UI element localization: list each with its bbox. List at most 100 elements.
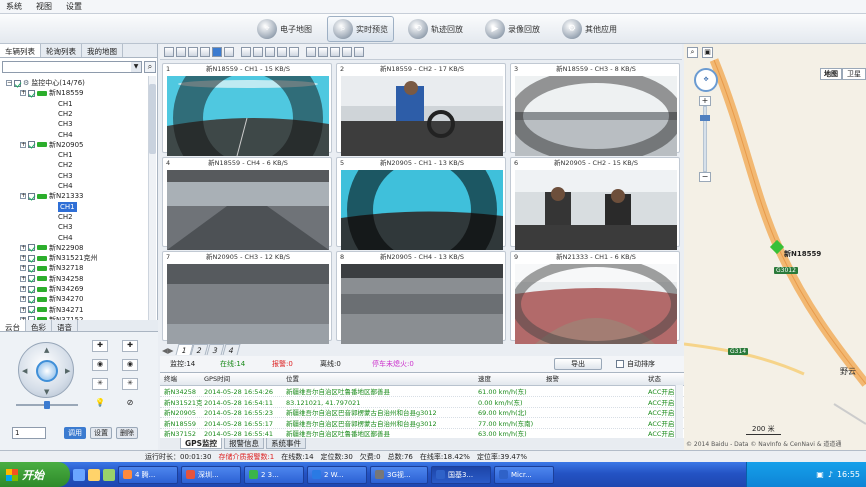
expand-icon[interactable]: + bbox=[20, 306, 26, 313]
video-cell[interactable]: 新N21333 - CH1 - 6 KB/S 9 bbox=[510, 251, 680, 344]
video-cell[interactable]: 新N20905 - CH2 - 15 KB/S 6 bbox=[510, 157, 680, 250]
column-header[interactable]: 状态 bbox=[648, 373, 661, 386]
tree-channel[interactable]: CH3 bbox=[58, 222, 73, 232]
taskbar-item[interactable]: 深圳... bbox=[181, 465, 241, 484]
video-cell[interactable]: 新N20905 - CH4 - 13 KB/S 8 bbox=[336, 251, 506, 344]
vehicle-checkbox[interactable] bbox=[28, 192, 35, 200]
tree-vehicle[interactable]: + 新N21333 bbox=[20, 191, 84, 201]
page-tab-4[interactable]: 4 bbox=[222, 344, 241, 355]
tree-channel[interactable]: CH3 bbox=[58, 119, 73, 129]
tab-vehicle-list[interactable]: 车辆列表 bbox=[0, 44, 41, 57]
video-cell[interactable]: 新N18559 - CH3 - 8 KB/S 3 bbox=[510, 63, 680, 156]
tree-channel[interactable]: CH3 bbox=[58, 171, 73, 181]
arrow-down-icon[interactable]: ▼ bbox=[44, 388, 49, 396]
tree-channel[interactable]: CH1 bbox=[58, 201, 77, 212]
autosort-checkbox[interactable] bbox=[616, 360, 624, 368]
vehicle-checkbox[interactable] bbox=[28, 275, 35, 283]
play-menu-button[interactable] bbox=[342, 46, 352, 57]
record-button[interactable] bbox=[265, 46, 275, 57]
layout-6-button[interactable] bbox=[188, 46, 198, 57]
tab-poll-list[interactable]: 轮询列表 bbox=[41, 44, 82, 57]
map-zoom-out[interactable]: − bbox=[699, 172, 711, 182]
layout-1-button[interactable] bbox=[164, 46, 174, 57]
audio-button[interactable] bbox=[277, 46, 287, 57]
taskbar-item[interactable]: 4 腾... bbox=[118, 465, 178, 484]
table-row[interactable]: 新N34258 2014-05-28 16:54:26 新疆维吾尔自治区吐鲁番地区鄯… bbox=[160, 387, 684, 397]
arrow-right-icon[interactable]: ▶ bbox=[65, 367, 70, 375]
video-cell[interactable]: 新N18559 - CH4 - 6 KB/S 4 bbox=[162, 157, 332, 250]
map-type-satellite[interactable]: 卫星 bbox=[842, 68, 866, 80]
video-cell[interactable]: 新N20905 - CH1 - 13 KB/S 5 bbox=[336, 157, 506, 250]
tree-vehicle[interactable]: + 新N34258 bbox=[20, 274, 84, 284]
iris-close-button[interactable]: ✳ bbox=[122, 378, 138, 390]
vehicle-checkbox[interactable] bbox=[28, 295, 35, 303]
tree-channel[interactable]: CH4 bbox=[58, 233, 73, 243]
menu-settings[interactable]: 设置 bbox=[66, 1, 82, 12]
tree-channel[interactable]: CH2 bbox=[58, 160, 73, 170]
expand-icon[interactable]: + bbox=[20, 141, 26, 148]
arrow-up-icon[interactable]: ▲ bbox=[44, 346, 49, 354]
layout-16-button[interactable] bbox=[224, 46, 234, 57]
tree-vehicle[interactable]: + 新N34271 bbox=[20, 305, 84, 315]
tab-gps-monitor[interactable]: GPS监控 bbox=[180, 438, 223, 449]
tree-vehicle[interactable]: + 新N34270 bbox=[20, 294, 84, 304]
map-save-icon[interactable]: ▣ bbox=[702, 47, 713, 58]
column-header[interactable]: 速度 bbox=[478, 373, 491, 386]
quicklaunch-media-icon[interactable] bbox=[103, 468, 115, 481]
tree-vehicle[interactable]: + 新N31521克州 bbox=[20, 253, 98, 263]
expand-icon[interactable]: + bbox=[20, 244, 26, 251]
toolbar-gear-button[interactable]: ⚙ 其他应用 bbox=[557, 16, 622, 42]
taskbar-item[interactable]: Micr... bbox=[494, 465, 554, 484]
tab-system-events[interactable]: 系统事件 bbox=[266, 438, 307, 449]
map-search-icon[interactable]: ⌕ bbox=[687, 47, 698, 58]
zoom-in-button[interactable]: ✚ bbox=[92, 340, 108, 352]
tree-channel[interactable]: CH2 bbox=[58, 109, 73, 119]
tray-network-icon[interactable]: ▣ bbox=[816, 470, 824, 479]
preset-set-button[interactable]: 设置 bbox=[90, 427, 112, 439]
tab-ptz[interactable]: 云台 bbox=[0, 320, 26, 332]
vehicle-checkbox[interactable] bbox=[28, 89, 35, 97]
vehicle-checkbox[interactable] bbox=[28, 264, 35, 272]
table-row[interactable]: 新N20905 2014-05-28 16:55:23 新疆维吾尔自治区巴音郭楞蒙古… bbox=[160, 408, 684, 418]
taskbar-item[interactable]: 3G视... bbox=[370, 465, 428, 484]
table-row[interactable]: 新N31521克 2014-05-28 16:54:11 83.121021, 41… bbox=[160, 398, 684, 408]
tree-vehicle[interactable]: + 新N32718 bbox=[20, 263, 84, 273]
wiper-icon[interactable]: ⊘ bbox=[124, 398, 136, 410]
talk-button[interactable] bbox=[289, 46, 299, 57]
vehicle-checkbox[interactable] bbox=[28, 285, 35, 293]
video-cell[interactable]: 新N20905 - CH3 - 12 KB/S 7 bbox=[162, 251, 332, 344]
quicklaunch-browser-icon[interactable] bbox=[73, 468, 85, 481]
column-header[interactable]: 终端 bbox=[164, 373, 177, 386]
ptz-dpad[interactable]: ▲ ▼ ◀ ▶ bbox=[18, 342, 74, 398]
toolbar-search-button[interactable]: ⌕ 实时预览 bbox=[327, 16, 394, 42]
zoom-out-button[interactable]: ✚ bbox=[122, 340, 138, 352]
toolbar-track-button[interactable]: ⟲ 轨迹回放 bbox=[403, 16, 468, 42]
monitor-button[interactable] bbox=[306, 46, 316, 57]
toolbar-film-button[interactable]: ▶ 录像回放 bbox=[480, 16, 545, 42]
tab-voice[interactable]: 语音 bbox=[52, 320, 78, 332]
preset-call-button[interactable]: 调用 bbox=[64, 427, 86, 439]
vehicle-checkbox[interactable] bbox=[28, 254, 35, 262]
expand-icon[interactable]: + bbox=[20, 265, 26, 272]
table-scrollbar[interactable] bbox=[675, 385, 683, 438]
tab-alarm-info[interactable]: 报警信息 bbox=[224, 438, 265, 449]
tree-channel[interactable]: CH1 bbox=[58, 150, 73, 160]
column-header[interactable]: 位置 bbox=[286, 373, 299, 386]
video-cell[interactable]: 新N18559 - CH1 - 15 KB/S 1 bbox=[162, 63, 332, 156]
tree-vehicle[interactable]: + 新N18559 bbox=[20, 88, 84, 98]
taskbar-item[interactable]: 2 3... bbox=[244, 465, 304, 484]
map-zoom-in[interactable]: + bbox=[699, 96, 711, 106]
stop-menu-button[interactable] bbox=[354, 46, 364, 57]
capture-menu-button[interactable] bbox=[330, 46, 340, 57]
vehicle-checkbox[interactable] bbox=[28, 306, 35, 314]
expand-icon[interactable]: + bbox=[20, 286, 26, 292]
map-pan-control[interactable]: ✥ bbox=[694, 68, 718, 92]
start-button[interactable]: 开始 bbox=[0, 462, 70, 487]
tree-vehicle[interactable]: + 新N22908 bbox=[20, 243, 84, 253]
menu-view[interactable]: 视图 bbox=[36, 1, 52, 12]
menu-system[interactable]: 系统 bbox=[6, 1, 22, 12]
iris-open-button[interactable]: ✳ bbox=[92, 378, 108, 390]
collapse-icon[interactable]: − bbox=[6, 80, 12, 86]
vehicle-search-select[interactable]: ▼ bbox=[2, 61, 142, 73]
tree-vehicle[interactable]: + 新N20905 bbox=[20, 140, 84, 150]
